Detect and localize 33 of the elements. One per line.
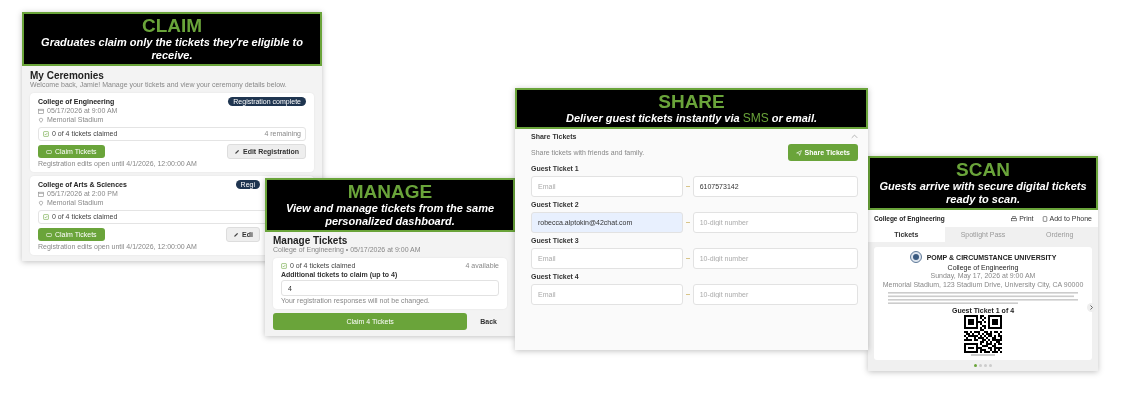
check-icon [43, 131, 49, 137]
qr-code [964, 315, 1002, 353]
pencil-icon [234, 148, 240, 155]
pin-icon [38, 117, 44, 123]
page-dot[interactable] [989, 364, 992, 367]
banner-title: SHARE [658, 92, 725, 112]
check-icon [281, 263, 287, 269]
banner-subtitle: Guests arrive with secure digital tickets ready to scan. [878, 180, 1088, 206]
phone-icon [1041, 215, 1048, 222]
banner-subtitle: Deliver guest tickets instantly via SMS or email. [566, 112, 817, 125]
pin-icon [38, 200, 44, 206]
page-title: Manage Tickets [273, 235, 349, 246]
pencil-icon [233, 231, 240, 238]
banner-title: CLAIM [141, 16, 203, 36]
banner-title: SCAN [956, 160, 1010, 180]
chevron-icon[interactable] [851, 134, 858, 139]
check-icon [43, 214, 49, 220]
send-icon [795, 149, 802, 156]
seal-icon [909, 251, 922, 263]
next-arrow-button[interactable] [1087, 303, 1096, 312]
page-title: My Ceremonies [30, 70, 104, 81]
page-dot[interactable] [984, 364, 987, 367]
banner-subtitle: Graduates claim only the tickets they're eligible to receive. [40, 36, 304, 62]
printer-icon [1011, 215, 1018, 222]
page-dot[interactable] [974, 364, 977, 367]
ticket-icon [46, 231, 52, 238]
banner-title: MANAGE [347, 182, 433, 202]
chevron-right-icon [1087, 303, 1096, 312]
calendar-icon [38, 108, 44, 114]
calendar-icon [38, 191, 44, 197]
page-dot[interactable] [979, 364, 982, 367]
banner-subtitle: View and manage tickets from the same personalized dashboard. [284, 202, 496, 228]
ticket-icon [46, 148, 52, 155]
